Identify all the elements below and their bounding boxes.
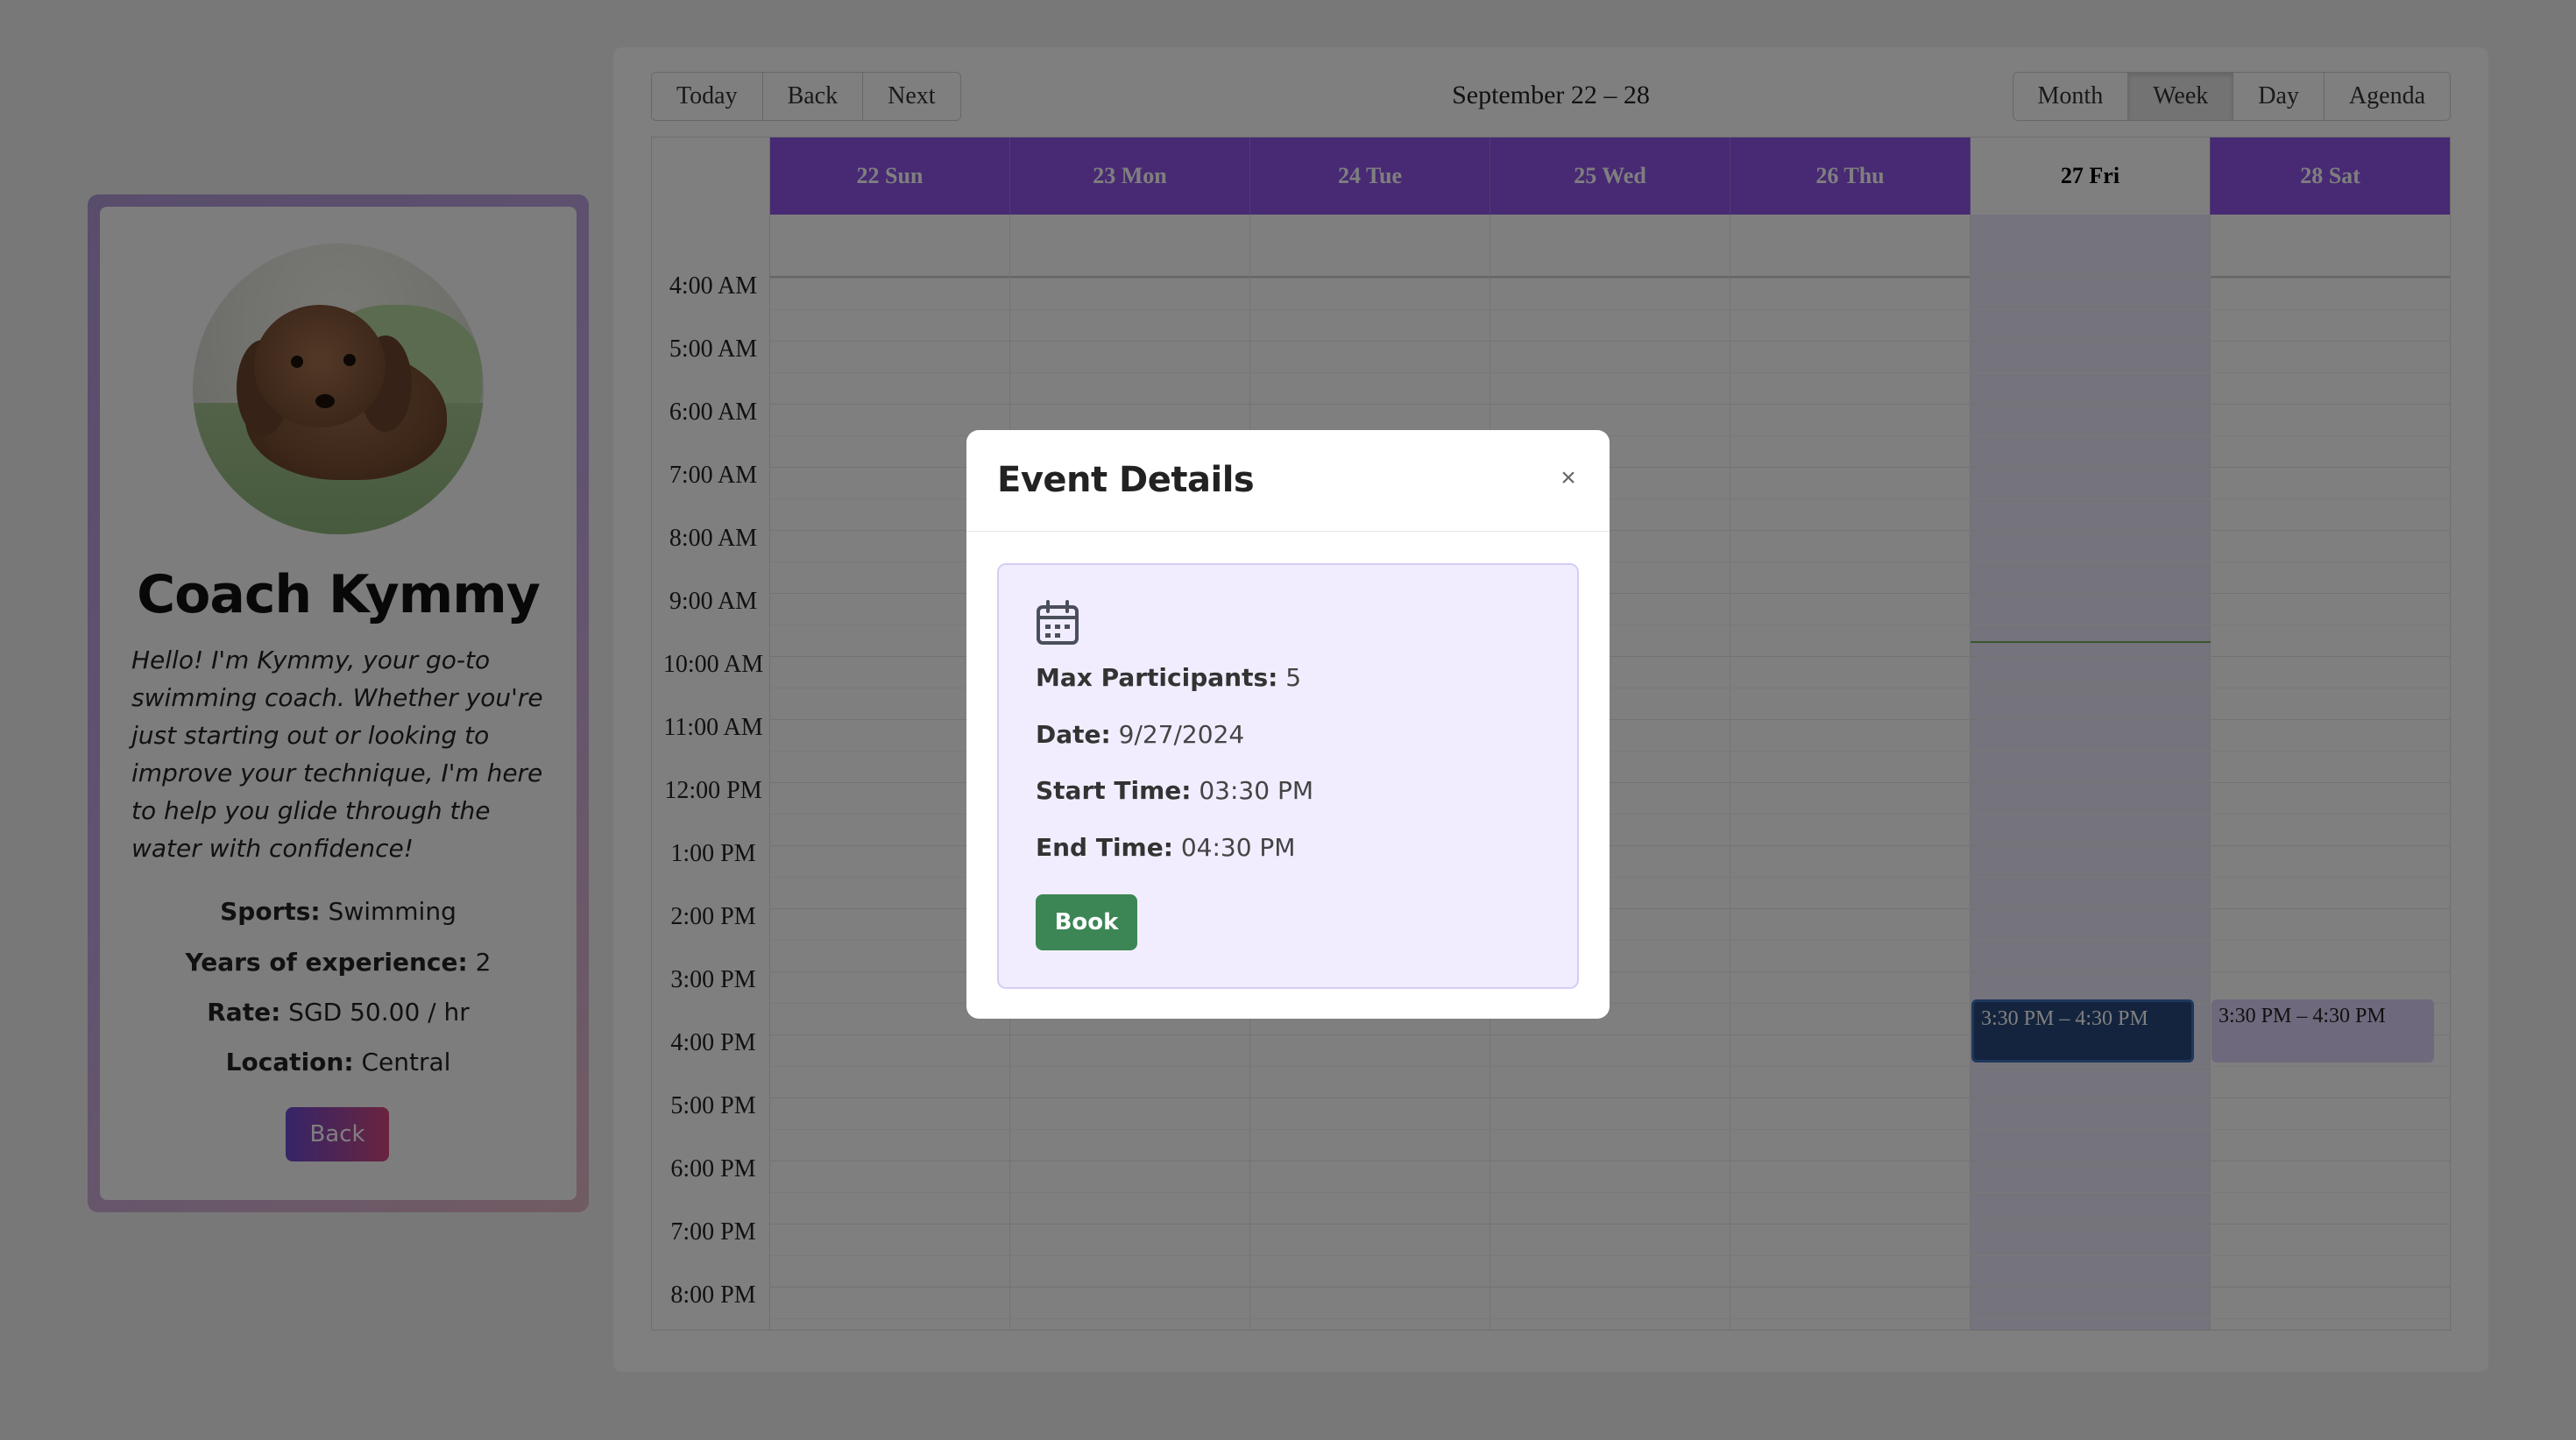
date-row: Date: 9/27/2024 (1036, 720, 1244, 749)
date-value: 9/27/2024 (1118, 720, 1245, 749)
max-participants-label: Max Participants: (1036, 663, 1278, 692)
date-label: Date: (1036, 720, 1111, 749)
close-icon[interactable]: × (1555, 465, 1582, 491)
start-time-label: Start Time: (1036, 776, 1192, 805)
event-detail-box: Max Participants: 5 Date: 9/27/2024 Star… (997, 563, 1579, 989)
start-time-row: Start Time: 03:30 PM (1036, 776, 1313, 805)
end-time-value: 04:30 PM (1180, 833, 1296, 862)
end-time-row: End Time: 04:30 PM (1036, 833, 1295, 862)
end-time-label: End Time: (1036, 833, 1173, 862)
max-participants-value: 5 (1285, 663, 1302, 692)
modal-header: Event Details × (966, 430, 1610, 532)
event-details-modal: Event Details × Max Participants: 5 Date… (966, 430, 1610, 1019)
start-time-value: 03:30 PM (1199, 776, 1313, 805)
book-button[interactable]: Book (1036, 894, 1137, 950)
max-participants-row: Max Participants: 5 (1036, 663, 1301, 692)
modal-title: Event Details (997, 460, 1255, 500)
calendar-icon (1037, 600, 1079, 645)
